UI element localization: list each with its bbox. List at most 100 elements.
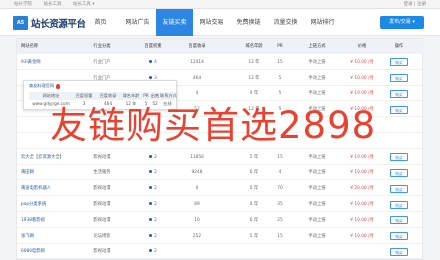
site-name[interactable]: 莆迪电影机器人 (21, 181, 79, 196)
action-cell: 购买 (383, 71, 415, 86)
link-mode: 手动上链 (308, 91, 326, 97)
baidu-weight-icon (149, 202, 153, 205)
weight-value: 2 (154, 186, 157, 192)
buy-button[interactable]: 购买 (390, 153, 408, 162)
action-cell: 购买 (383, 244, 415, 259)
weight-value: 4 (154, 59, 157, 65)
action-cell: 购买 (383, 197, 415, 212)
indexed-count: 464 (192, 75, 202, 81)
weight: 2 (141, 244, 165, 259)
category: 影视动漫 (93, 249, 111, 255)
indexed-count: 10 (194, 217, 200, 223)
topbar-link-academy[interactable]: 站长学院 (14, 2, 32, 7)
baidu-weight-icon (149, 170, 153, 174)
buy-button[interactable]: 购买 (390, 105, 408, 114)
buy-button[interactable]: 购买 (390, 168, 408, 177)
site-name[interactable]: pop分类系统 (21, 197, 79, 212)
login-register-link[interactable]: 登录 | 注册 (404, 0, 426, 9)
buy-button[interactable]: 购买 (390, 200, 408, 209)
popup-header-row: 网站地址 百度权重 百度收录 域名年龄 PR 出售 联系方式 (29, 92, 177, 100)
pr-value: 15 (277, 59, 283, 65)
baidu-weight-icon (149, 217, 153, 221)
category: 生活服务 (93, 170, 111, 176)
table-row: 93i黄金网 行业门户 4 12414 12 年 15 手动上链 ¥ 10.00 /月 购买 (17, 55, 424, 70)
table-row: 莆迪电影机器人 影视动漫 2 0 0 年 70 手动上链 ¥ 20.00 /月 购买 (17, 181, 424, 197)
site-name[interactable]: 6080电影网 (21, 244, 79, 259)
col-header-action: 操作 (394, 44, 404, 49)
buy-button[interactable]: 购买 (390, 232, 408, 241)
nav-free-exchange[interactable]: 免费换链 (230, 9, 267, 36)
link-mode: 手动上链 (308, 233, 326, 239)
site-name[interactable]: 莆田网 (21, 165, 79, 180)
topbar-link-more[interactable]: 站长工具 ▾ (73, 2, 95, 7)
pr-value: 15 (277, 154, 283, 160)
buy-button[interactable]: 购买 (390, 247, 408, 256)
col-header-weight: 百度权重 (144, 44, 162, 49)
weight-value: 2 (154, 170, 157, 176)
hot-icon (56, 83, 61, 89)
baidu-weight-icon (149, 233, 153, 237)
buy-button[interactable]: 购买 (390, 216, 408, 225)
baidu-weight-icon (149, 59, 153, 63)
pr-value: 35 (277, 202, 283, 207)
indexed-count: 252 (192, 233, 202, 239)
popup-header-weight: 百度权重 (75, 93, 93, 98)
col-header-mode: 上链方式 (308, 44, 326, 49)
price: ¥ 10.00 /月 (350, 75, 374, 81)
weight: 2 (141, 150, 165, 165)
pr-value: 15 (277, 233, 283, 239)
buy-button[interactable]: 购买 (390, 89, 408, 98)
col-header-pr: PR (277, 44, 283, 49)
publish-button[interactable]: 发布/交易 ▾ (380, 16, 424, 29)
topbar-link-tools[interactable]: 站长工具 (43, 2, 61, 7)
table-row: 6080电影网 影视动漫 2 购买 (17, 244, 424, 260)
link-mode: 手动上链 (308, 75, 326, 81)
nav-link-trade[interactable]: 友链买卖 (156, 9, 193, 36)
category: 影视动漫 (93, 154, 111, 160)
price: ¥ 10.00 /月 (350, 233, 374, 239)
site-name[interactable]: 张飞网 (21, 229, 79, 244)
table-header-row: 网站名称 行业分类 百度权重 百度收录 域名年龄 PR 上链方式 价格 操作 (17, 39, 424, 54)
buy-button[interactable]: 购买 (390, 74, 408, 83)
site-header: A5 站长资源平台 首页 网站广告 友链买卖 网站交易 免费换链 流量交换 网站… (0, 9, 440, 36)
pr-value: 5 (278, 91, 282, 97)
watermark-text: 友链购买首选2898 (50, 104, 377, 147)
nav-traffic-exchange[interactable]: 流量交换 (267, 9, 304, 36)
link-listing-table: 网站名称 行业分类 百度权重 百度收录 域名年龄 PR 上链方式 价格 操作 9… (16, 38, 424, 260)
site-logo[interactable]: A5 站长资源平台 (13, 15, 86, 30)
weight: 2 (141, 165, 165, 180)
baidu-weight-icon (149, 186, 153, 190)
site-name[interactable]: 1938看影视 (21, 213, 79, 228)
col-header-category: 行业分类 (93, 44, 111, 49)
weight: 4 (141, 55, 165, 70)
nav-home[interactable]: 首页 (82, 9, 119, 36)
buy-button[interactable]: 购买 (390, 184, 408, 193)
nav-site-rank[interactable]: 网站排行 (304, 9, 341, 36)
nav-site-ads[interactable]: 网站广告 (119, 9, 156, 36)
indexed-count: 89 (194, 202, 200, 207)
action-cell: 购买 (383, 181, 415, 196)
action-cell: 购买 (383, 229, 415, 244)
popup-site-title[interactable]: 森友料理官网 (29, 83, 54, 88)
col-header-name: 网站名称 (21, 44, 39, 49)
pr-value (262, 244, 298, 259)
weight: 2 (141, 197, 165, 212)
site-name[interactable]: 云大全【云资源大全】 (21, 150, 79, 165)
weight-value: 2 (154, 217, 157, 223)
category: 论坛博客 (93, 233, 111, 239)
indexed-count: 12414 (190, 59, 204, 65)
weight: 2 (141, 213, 165, 228)
main-nav: 首页 网站广告 友链买卖 网站交易 免费换链 流量交换 网站排行 (82, 9, 341, 36)
price (339, 244, 385, 259)
indexed-count (177, 244, 217, 259)
site-name[interactable]: 93i黄金网 (21, 55, 79, 70)
link-mode: 手动上链 (308, 170, 326, 176)
baidu-weight-icon (149, 154, 153, 158)
buy-button[interactable]: 购买 (390, 58, 408, 67)
table-row: 1938看影视 影视动漫 2 10 6 年 25 手动上链 ¥ 10.00 /月 购买 (17, 213, 424, 228)
nav-site-trade[interactable]: 网站交易 (193, 9, 230, 36)
category: 行业门户 (93, 59, 111, 65)
pr-value: 70 (277, 186, 283, 192)
weight: 2 (141, 229, 165, 244)
price: ¥ 10.00 /月 (350, 217, 374, 223)
